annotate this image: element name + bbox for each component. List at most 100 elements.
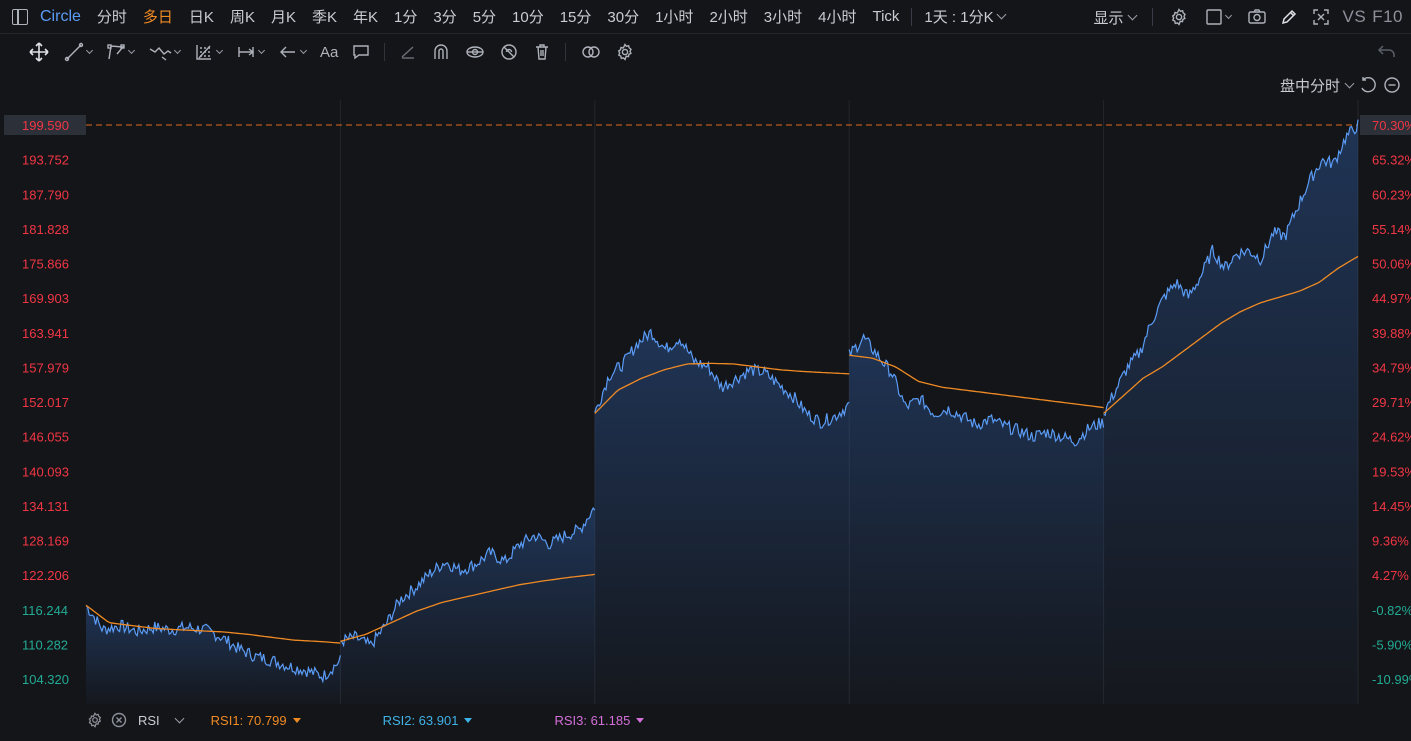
- y-axis-pct-label: 9.36%: [1372, 534, 1409, 549]
- period-tab[interactable]: 2小时: [701, 6, 755, 27]
- display-button[interactable]: 显示: [1094, 7, 1137, 28]
- price-chart[interactable]: 199.590 193.752 187.790 181.828 175.866 169.9…: [0, 100, 1411, 704]
- y-axis-label: 199.590: [22, 118, 69, 133]
- period-tab[interactable]: 3小时: [756, 6, 810, 27]
- f10-button[interactable]: F10: [1372, 7, 1403, 27]
- camera-icon[interactable]: [1247, 7, 1267, 27]
- polyline-icon: [107, 44, 125, 60]
- indicator-value[interactable]: RSI1: 70.799: [211, 713, 301, 728]
- link-tool[interactable]: [580, 43, 602, 61]
- line-tool[interactable]: [64, 42, 94, 62]
- wave-tool[interactable]: [148, 42, 182, 62]
- chevron-down-icon: [127, 46, 136, 55]
- period-tab[interactable]: 月K: [263, 6, 304, 27]
- arrow-tool[interactable]: [278, 42, 308, 62]
- line-icon: [64, 42, 84, 62]
- indicator-value[interactable]: RSI2: 63.901: [383, 713, 473, 728]
- y-axis-label: 116.244: [22, 603, 68, 618]
- measure-tool[interactable]: [236, 42, 266, 62]
- period-tab[interactable]: 1分: [386, 6, 425, 27]
- indicator-value[interactable]: RSI3: 61.185: [554, 713, 645, 728]
- top-toolbar: Circle 分时 多日 日K 周K 月K 季K 年K 1分 3分 5分 10分 15分 30分 1小时 2…: [0, 0, 1411, 34]
- note-tool[interactable]: [352, 43, 370, 61]
- y-axis-pct-label: -5.90%: [1372, 637, 1411, 652]
- y-axis-pct-label: 24.62%: [1372, 430, 1411, 445]
- chevron-down-icon: [996, 9, 1007, 20]
- top-right-tools: 显示 VS F10: [1094, 0, 1404, 34]
- period-tab[interactable]: 15分: [552, 6, 600, 27]
- y-axis-label: 181.828: [22, 222, 69, 237]
- reset-icon[interactable]: [1359, 76, 1377, 94]
- period-tab[interactable]: 1小时: [647, 6, 701, 27]
- indicator-name[interactable]: RSI: [138, 713, 160, 728]
- hide-tool[interactable]: [465, 42, 485, 62]
- measure-icon: [238, 47, 255, 57]
- divider: [565, 43, 567, 61]
- period-tab[interactable]: 30分: [599, 6, 647, 27]
- vs-button[interactable]: VS: [1343, 7, 1367, 27]
- mode-label[interactable]: 盘中分时: [1280, 75, 1340, 96]
- y-axis-pct-label: 65.32%: [1372, 153, 1411, 168]
- magnet-icon: [434, 44, 449, 59]
- collapse-icon[interactable]: [1383, 76, 1401, 94]
- divider: [384, 43, 386, 61]
- period-tab[interactable]: 年K: [345, 6, 386, 27]
- pencil-icon[interactable]: [1279, 7, 1299, 27]
- gear-icon[interactable]: [86, 711, 104, 729]
- pen-tool[interactable]: [399, 43, 417, 61]
- period-tab[interactable]: 5分: [465, 6, 504, 27]
- close-icon[interactable]: [110, 711, 128, 729]
- y-axis-label: 134.131: [22, 499, 69, 514]
- drawing-toolbar: Aa: [0, 34, 1411, 70]
- undo-icon[interactable]: [1377, 42, 1397, 63]
- y-axis-label: 163.941: [22, 326, 69, 341]
- settings-icon: [618, 43, 633, 61]
- period-tab[interactable]: 日K: [181, 6, 222, 27]
- chevron-down-icon[interactable]: [174, 713, 185, 723]
- period-tab[interactable]: 4小时: [810, 6, 864, 27]
- settings-tool[interactable]: [616, 43, 634, 61]
- period-tab[interactable]: 季K: [304, 6, 345, 27]
- y-axis-pct-label: 55.14%: [1372, 222, 1411, 237]
- text-icon: Aa: [320, 43, 339, 61]
- y-axis-pct-label: -0.82%: [1372, 603, 1411, 618]
- range-select-label: 1天 : 1分K: [924, 9, 994, 26]
- range-select[interactable]: 1天 : 1分K: [916, 6, 1012, 27]
- note-icon: [353, 45, 370, 60]
- text-tool[interactable]: Aa: [320, 44, 338, 61]
- y-axis-pct-label: -10.99%: [1372, 672, 1411, 687]
- fib-tool[interactable]: [194, 42, 224, 62]
- gear-icon[interactable]: [1169, 7, 1189, 27]
- chevron-down-icon[interactable]: [1344, 78, 1355, 88]
- y-axis-pct-label: 44.97%: [1372, 291, 1411, 306]
- polyline-tool[interactable]: [106, 42, 136, 62]
- period-tab[interactable]: 3分: [425, 6, 464, 27]
- y-axis-label: 104.320: [22, 672, 69, 687]
- period-tab[interactable]: Tick: [864, 8, 907, 25]
- hide-icon: [466, 46, 485, 58]
- trash-tool[interactable]: [533, 43, 551, 61]
- period-tab[interactable]: 多日: [135, 6, 181, 27]
- fullscreen-icon[interactable]: [1311, 7, 1331, 27]
- divider: [1151, 8, 1153, 26]
- symbol-name[interactable]: Circle: [40, 8, 81, 26]
- period-tab[interactable]: 周K: [222, 6, 263, 27]
- sidebar-toggle-icon[interactable]: [12, 8, 28, 25]
- period-tab[interactable]: 10分: [504, 6, 552, 27]
- lock-tool[interactable]: [499, 42, 519, 62]
- y-axis-pct-label: 60.23%: [1372, 187, 1411, 202]
- chevron-down-icon: [173, 46, 182, 55]
- period-tab[interactable]: 分时: [89, 6, 135, 27]
- arrow-icon: [280, 46, 295, 58]
- y-axis-label: 193.752: [22, 153, 69, 168]
- magnet-tool[interactable]: [431, 42, 451, 62]
- layout-icon[interactable]: [1201, 7, 1235, 27]
- divider: [911, 7, 913, 26]
- chevron-down-icon: [257, 46, 266, 55]
- y-axis-pct-label: 34.79%: [1372, 360, 1411, 375]
- move-icon[interactable]: [28, 41, 50, 63]
- price-chart-svg[interactable]: 199.590 193.752 187.790 181.828 175.866 169.9…: [0, 100, 1411, 704]
- y-axis-pct-label: 50.06%: [1372, 257, 1411, 272]
- period-tabs: 分时 多日 日K 周K 月K 季K 年K 1分 3分 5分 10分 15分 30分 1小时 2小时 3小时 4小…: [89, 6, 908, 27]
- indicator-values: RSI1: 70.799 RSI2: 63.901 RSI3: 61.185: [189, 713, 645, 728]
